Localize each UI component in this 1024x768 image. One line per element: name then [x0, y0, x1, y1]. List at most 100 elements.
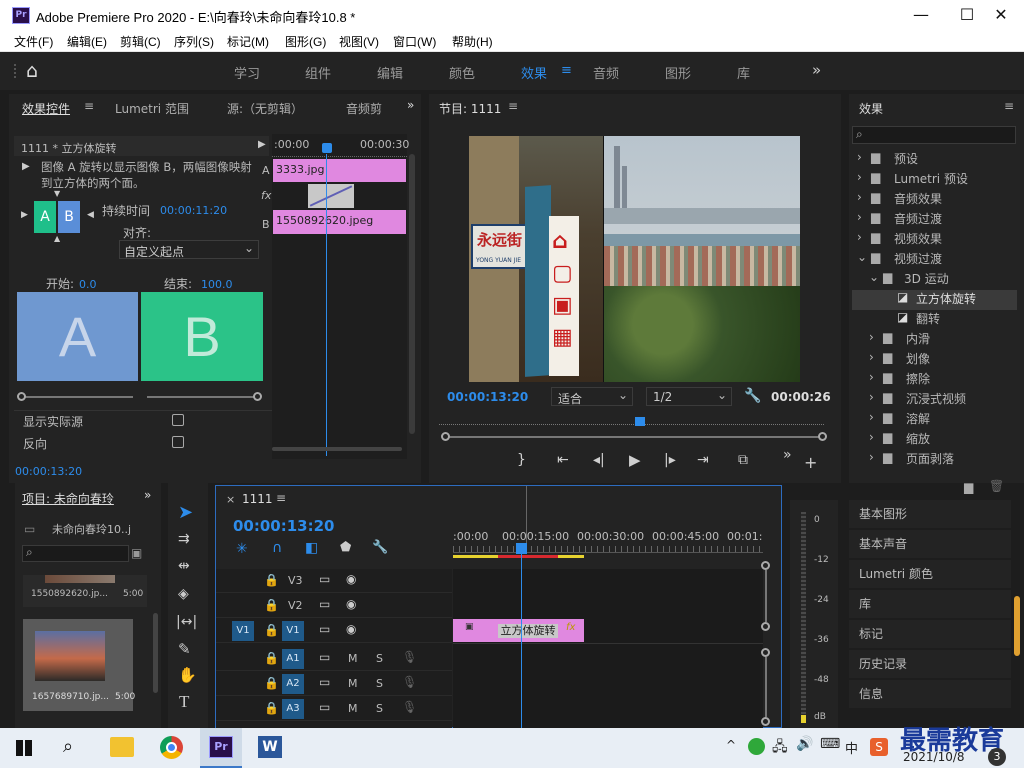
start-slider[interactable] [21, 396, 133, 398]
fx-item-flip-over[interactable]: ◪ 翻转 [849, 310, 1019, 330]
clip-b-bar[interactable]: 1550892620.jpeg [273, 210, 406, 234]
home-icon[interactable]: ⌂ [26, 60, 38, 82]
project-item-1[interactable]: 1550892620.jp... 5:00 [23, 575, 147, 607]
fx-item-audio-transitions[interactable]: › ▆ 音频过渡 [849, 210, 1019, 230]
snap-icon[interactable]: ∩ [272, 540, 282, 556]
timeline-scroll-top[interactable] [761, 561, 770, 570]
fx-item-immersive-video[interactable]: › ▆ 沉浸式视频 [849, 390, 1019, 410]
add-button-icon[interactable]: + [804, 453, 817, 472]
source-patch-v1[interactable]: V1 [232, 621, 254, 641]
nest-icon[interactable]: ✳ [236, 541, 248, 557]
solo-button[interactable]: S [376, 652, 383, 665]
menu-edit[interactable]: 编辑(E) [67, 33, 107, 50]
linked-selection-icon[interactable]: ◧ [305, 540, 318, 556]
go-to-in-icon[interactable]: ⇤ [557, 452, 569, 468]
right-arrow-icon[interactable]: ◀ [87, 210, 94, 220]
play-preview-icon[interactable]: ▶ [22, 161, 30, 172]
microphone-icon[interactable]: 🎙 [402, 700, 417, 714]
chrome-icon[interactable] [160, 736, 183, 759]
lock-icon[interactable]: 🔒 [264, 676, 279, 690]
step-back-icon[interactable]: ◂| [593, 452, 605, 468]
zoom-handle-right[interactable] [818, 432, 827, 441]
slip-tool-icon[interactable]: |↔| [176, 614, 197, 630]
solo-button[interactable]: S [376, 677, 383, 690]
fx-item-lumetri-presets[interactable]: › ▆ Lumetri 预设 [849, 170, 1019, 190]
new-bin-icon[interactable]: ▆ [964, 480, 973, 494]
zoom-handle-left[interactable] [441, 432, 450, 441]
fx-item-page-peel[interactable]: › ▆ 页面剥落 [849, 450, 1019, 470]
fx-item-slide[interactable]: › ▆ 内滑 [849, 330, 1019, 350]
end-value[interactable]: 100.0 [201, 278, 233, 291]
menu-sequence[interactable]: 序列(S) [174, 33, 214, 50]
eye-icon[interactable]: ◉ [346, 572, 356, 586]
eye-icon[interactable]: ◉ [346, 597, 356, 611]
timeline-vscroll-lower[interactable] [765, 657, 767, 717]
type-tool-icon[interactable]: T [179, 692, 189, 712]
fx-item-3d-motion[interactable]: ⌄ ▆ 3D 运动 [849, 270, 1019, 290]
fx-item-wipe[interactable]: › ▆ 擦除 [849, 370, 1019, 390]
tab-audio-clip[interactable]: 音频剪 [346, 100, 382, 117]
workspace-menu-icon[interactable]: ≡ [561, 63, 572, 78]
mute-button[interactable]: M [348, 702, 358, 715]
premiere-taskbar-item[interactable]: Pr [200, 728, 242, 768]
selection-tool-icon[interactable]: ➤ [178, 502, 193, 523]
fx-item-cube-spin[interactable]: ◪ 立方体旋转 [852, 290, 1017, 310]
workspace-editing[interactable]: 编辑 [377, 63, 403, 82]
track-v1-target[interactable]: V1 [282, 621, 304, 641]
workspace-overflow-icon[interactable]: » [812, 61, 821, 79]
film-icon[interactable]: ▭ [319, 700, 330, 714]
add-marker-icon[interactable]: ⬟ [340, 540, 351, 555]
program-zoom-bar[interactable] [445, 436, 820, 438]
collapse-arrow-icon[interactable]: ▶ [258, 139, 266, 150]
workspace-learn[interactable]: 学习 [234, 63, 260, 82]
track-a2-target[interactable]: A2 [282, 674, 304, 694]
fx-item-iris[interactable]: › ▆ 划像 [849, 350, 1019, 370]
lock-icon[interactable]: 🔒 [264, 651, 279, 665]
panel-info[interactable]: 信息 [849, 680, 1011, 708]
project-search-input[interactable]: ⌕ [22, 545, 129, 562]
show-source-checkbox[interactable] [172, 414, 184, 426]
eye-icon[interactable]: ◉ [346, 622, 356, 636]
start-value[interactable]: 0.0 [79, 278, 97, 291]
fx-item-audio-effects[interactable]: › ▆ 音频效果 [849, 190, 1019, 210]
workspace-audio[interactable]: 音频 [593, 63, 619, 82]
project-overflow-icon[interactable]: » [144, 488, 151, 502]
timeline-timecode[interactable]: 00:00:13:20 [233, 517, 335, 535]
program-timecode[interactable]: 00:00:13:20 [447, 390, 528, 404]
volume-icon[interactable]: 🔊 [796, 736, 813, 752]
film-icon[interactable]: ▭ [319, 650, 330, 664]
v1-clip[interactable]: ▣ 立方体旋转 fx [453, 619, 584, 642]
lock-icon[interactable]: 🔒 [264, 573, 279, 587]
close-button[interactable]: ✕ [978, 4, 1024, 28]
down-arrow-icon[interactable]: ▲ [54, 234, 60, 243]
menu-help[interactable]: 帮助(H) [452, 33, 493, 50]
project-title[interactable]: 项目: 未命向春玲 [22, 490, 128, 507]
timeline-vscroll-upper[interactable] [765, 570, 767, 622]
fx-item-presets[interactable]: › ▆ 预设 [849, 150, 1019, 170]
panel-essential-graphics[interactable]: 基本图形 [849, 500, 1011, 528]
tray-app-icon[interactable] [748, 738, 765, 755]
new-item-icon[interactable]: ▣ [131, 546, 142, 560]
workspace-assembly[interactable]: 组件 [305, 63, 331, 82]
windows-start-icon[interactable] [16, 740, 32, 756]
menu-view[interactable]: 视图(V) [339, 33, 379, 50]
go-to-out-icon[interactable]: ⇥ [697, 452, 709, 468]
tab-effect-controls[interactable]: 效果控件 [22, 100, 70, 117]
timeline-scroll-lower[interactable] [761, 648, 770, 657]
sogou-icon[interactable]: S [870, 738, 888, 756]
fx-item-video-transitions[interactable]: ⌄ ▆ 视频过渡 [849, 250, 1019, 270]
microphone-icon[interactable]: 🎙 [402, 650, 417, 664]
solo-button[interactable]: S [376, 702, 383, 715]
film-icon[interactable]: ▭ [319, 675, 330, 689]
timeline-menu-icon[interactable]: ≡ [276, 491, 286, 505]
ime-indicator[interactable]: 中 [845, 738, 858, 757]
up-arrow-icon[interactable]: ▼ [54, 189, 60, 198]
panel-history[interactable]: 历史记录 [849, 650, 1011, 678]
timeline-scroll-bottom[interactable] [761, 717, 770, 726]
fx-item-dissolve[interactable]: › ▆ 溶解 [849, 410, 1019, 430]
film-icon[interactable]: ▭ [319, 572, 330, 586]
workspace-color[interactable]: 颜色 [449, 63, 475, 82]
notification-badge[interactable]: 3 [988, 748, 1006, 766]
play-icon[interactable]: ▶ [629, 451, 641, 469]
end-slider[interactable] [147, 396, 259, 398]
